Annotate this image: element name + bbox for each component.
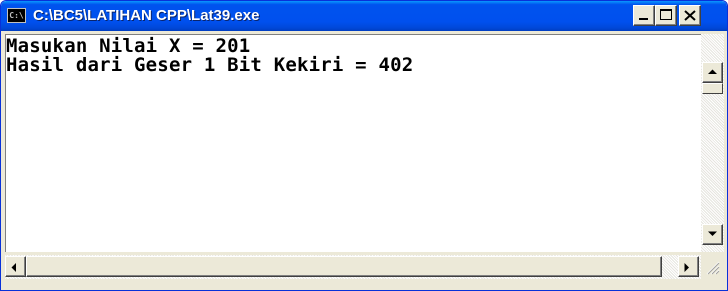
title-bar[interactable]: C:\ C:\BC5\LATIHAN CPP\Lat39.exe [1, 1, 727, 31]
vertical-scrollbar[interactable] [701, 34, 724, 252]
resize-grip-icon [706, 261, 720, 275]
close-button[interactable] [679, 5, 701, 26]
scroll-right-button[interactable] [678, 256, 699, 277]
horizontal-scroll-thumb[interactable] [26, 256, 662, 277]
scroll-up-button[interactable] [702, 62, 723, 83]
console-output[interactable]: Masukan Nilai X = 201 Hasil dari Geser 1… [5, 34, 701, 252]
console-window: C:\ C:\BC5\LATIHAN CPP\Lat39.exe Masukan… [0, 0, 728, 291]
maximize-button[interactable] [655, 5, 677, 26]
arrow-up-icon [708, 69, 717, 74]
console-line: Hasil dari Geser 1 Bit Kekiri = 402 [6, 54, 414, 76]
window-title: C:\BC5\LATIHAN CPP\Lat39.exe [33, 7, 260, 24]
arrow-right-icon [684, 263, 689, 272]
maximize-icon [660, 9, 672, 20]
close-icon [684, 10, 696, 21]
vertical-scroll-thumb[interactable] [702, 83, 723, 94]
scroll-down-button[interactable] [702, 224, 723, 245]
horizontal-scrollbar[interactable] [5, 255, 701, 279]
minimize-icon [639, 18, 648, 20]
resize-grip[interactable] [701, 255, 724, 279]
minimize-button[interactable] [633, 5, 655, 26]
console-app-icon[interactable]: C:\ [7, 8, 26, 23]
arrow-down-icon [708, 231, 717, 236]
scroll-left-button[interactable] [5, 256, 26, 277]
arrow-left-icon [11, 263, 16, 272]
